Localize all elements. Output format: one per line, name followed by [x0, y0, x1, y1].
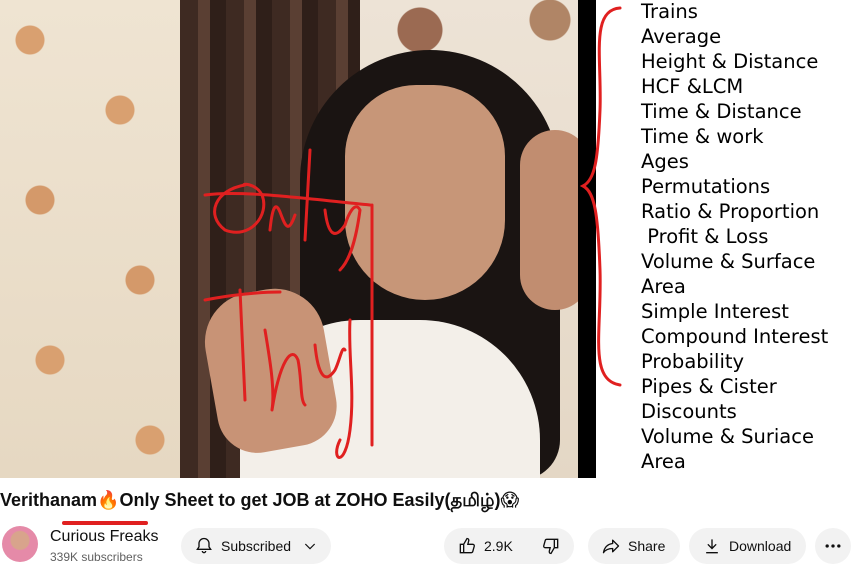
- topic-item: Time & work: [641, 125, 764, 148]
- topic-list: Trains Average Height & Distance HCF &LC…: [641, 0, 828, 475]
- topic-item: Ages: [641, 150, 689, 173]
- red-underline-annotation: [62, 521, 148, 525]
- shocked-face-emoji: 😱: [500, 490, 520, 511]
- topic-item: Compound Interest: [641, 325, 829, 348]
- topic-item: Area: [641, 450, 686, 473]
- dislike-button[interactable]: [528, 528, 574, 564]
- topic-item: Trains: [641, 0, 698, 23]
- channel-name[interactable]: Curious Freaks: [50, 528, 158, 546]
- thumbs-down-icon: [540, 535, 562, 557]
- subscribed-label: Subscribed: [221, 538, 292, 554]
- share-label: Share: [628, 538, 666, 554]
- topic-item: Discounts: [641, 400, 737, 423]
- topic-item: Ratio & Proportion: [641, 200, 820, 223]
- share-arrow-icon: [600, 535, 622, 557]
- title-text-rest: Only Sheet to get JOB at ZOHO Easily(தமி…: [119, 490, 501, 510]
- share-button[interactable]: Share: [588, 528, 680, 564]
- video-title: Verithanam🔥Only Sheet to get JOB at ZOHO…: [0, 490, 519, 513]
- topic-item: Probability: [641, 350, 745, 373]
- topic-item: Area: [641, 275, 686, 298]
- like-button[interactable]: 2.9K: [444, 528, 528, 564]
- video-player[interactable]: Trains Average Height & Distance HCF &LC…: [0, 0, 867, 478]
- fire-emoji: 🔥: [97, 490, 120, 511]
- more-actions-button[interactable]: [815, 528, 851, 564]
- bell-icon: [193, 535, 215, 557]
- download-button[interactable]: Download: [689, 528, 806, 564]
- download-icon: [701, 535, 723, 557]
- chevron-down-icon: [299, 535, 321, 557]
- curly-brace: [580, 6, 622, 387]
- subscribed-button[interactable]: Subscribed: [181, 528, 331, 564]
- download-label: Download: [729, 538, 792, 554]
- more-horizontal-icon: [822, 535, 844, 557]
- topic-item: Height & Distance: [641, 50, 819, 73]
- topic-item: Simple Interest: [641, 300, 789, 323]
- channel-avatar[interactable]: [2, 526, 38, 562]
- topic-item: Volume & Surface: [641, 250, 816, 273]
- video-frame: [0, 0, 596, 478]
- thumbs-up-icon: [456, 535, 478, 557]
- topic-item: Volume & Suriace: [641, 425, 814, 448]
- like-count: 2.9K: [484, 538, 513, 554]
- topic-item: Permutations: [641, 175, 771, 198]
- topic-item: Pipes & Cister: [641, 375, 777, 398]
- subscriber-count: 339K subscribers: [50, 550, 143, 564]
- handwritten-annotation: [203, 148, 374, 459]
- topic-item: Time & Distance: [641, 100, 802, 123]
- topic-item: Average: [641, 25, 722, 48]
- title-text: Verithanam: [0, 490, 98, 510]
- topic-item: Profit & Loss: [641, 225, 769, 248]
- topic-item: HCF &LCM: [641, 75, 744, 98]
